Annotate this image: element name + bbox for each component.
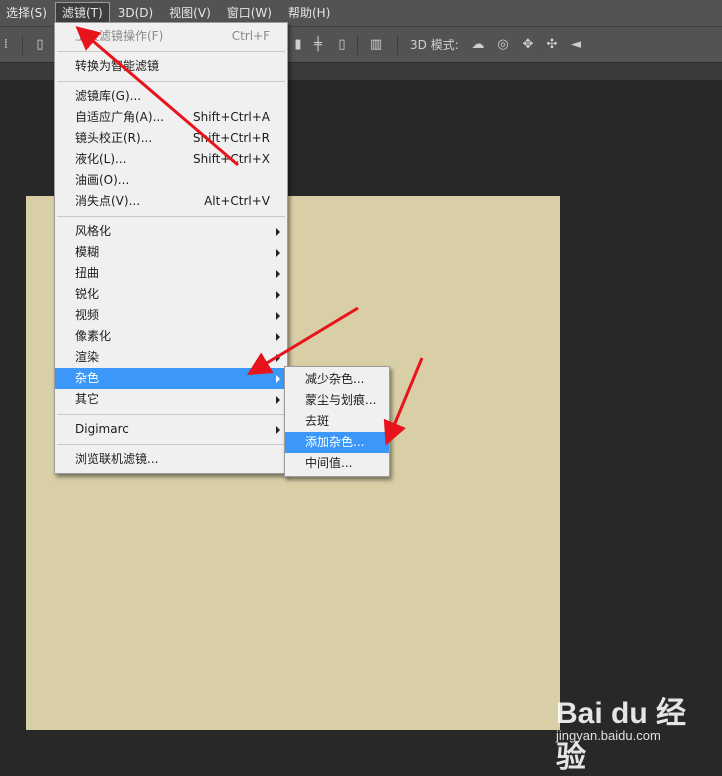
menu-item-label: 杂色 — [75, 371, 100, 385]
menu-item-distort[interactable]: 扭曲 — [55, 263, 287, 284]
submenu-arrow-icon — [276, 354, 280, 362]
menu-item-shortcut: Shift+Ctrl+X — [193, 152, 270, 166]
menu-divider — [57, 414, 285, 415]
submenu-arrow-icon — [276, 426, 280, 434]
menu-item-shortcut: Ctrl+F — [231, 29, 270, 43]
submenu-arrow-icon — [276, 312, 280, 320]
slide-3d-icon[interactable]: ✣ — [544, 37, 560, 53]
menu-view[interactable]: 视图(V) — [161, 2, 219, 24]
menu-item-digimarc[interactable]: Digimarc — [55, 419, 287, 440]
auto-align-icon[interactable]: ▥ — [368, 37, 384, 53]
menu-item-label: 浏览联机滤镜... — [75, 452, 159, 466]
menu-item-shortcut: Shift+Ctrl+R — [192, 131, 270, 145]
menu-item-liquify[interactable]: 液化(L)... Shift+Ctrl+X — [55, 149, 287, 170]
distribute-right-icon[interactable]: ▯ — [334, 37, 350, 53]
menu-item-video[interactable]: 视频 — [55, 305, 287, 326]
menu-item-label: 滤镜库(G)... — [75, 89, 142, 103]
menu-item-other[interactable]: 其它 — [55, 389, 287, 410]
submenu-arrow-icon — [276, 228, 280, 236]
menu-item-vanishing-point[interactable]: 消失点(V)... Alt+Ctrl+V — [55, 191, 287, 212]
menu-item-pixelate[interactable]: 像素化 — [55, 326, 287, 347]
menu-item-label: 渲染 — [75, 350, 100, 364]
menu-item-label: Digimarc — [75, 422, 129, 436]
menu-select[interactable]: 选择(S) — [0, 2, 55, 24]
menu-item-stylize[interactable]: 风格化 — [55, 221, 287, 242]
menu-item-label: 液化(L)... — [75, 152, 127, 166]
menu-item-label: 风格化 — [75, 224, 112, 238]
menu-item-median[interactable]: 中间值... — [285, 453, 389, 474]
menu-help[interactable]: 帮助(H) — [280, 2, 338, 24]
menu-item-convert-smart-filter[interactable]: 转换为智能滤镜 — [55, 56, 287, 77]
menu-divider — [57, 51, 285, 52]
menu-item-noise[interactable]: 杂色 — [55, 368, 287, 389]
menu-item-label: 镜头校正(R)... — [75, 131, 153, 145]
menu-item-add-noise[interactable]: 添加杂色... — [285, 432, 389, 453]
menu-item-last-filter[interactable]: 上次滤镜操作(F) Ctrl+F — [55, 26, 287, 47]
menu-item-filter-gallery[interactable]: 滤镜库(G)... — [55, 86, 287, 107]
menu-item-lens-correction[interactable]: 镜头校正(R)... Shift+Ctrl+R — [55, 128, 287, 149]
submenu-arrow-icon — [276, 270, 280, 278]
menu-window[interactable]: 窗口(W) — [219, 2, 280, 24]
menu-item-label: 上次滤镜操作(F) — [75, 29, 164, 43]
menu-item-label: 蒙尘与划痕... — [305, 393, 377, 407]
camera-3d-icon[interactable]: ◄ — [568, 37, 584, 53]
3d-mode-label: 3D 模式: — [410, 38, 459, 52]
menu-item-label: 减少杂色... — [305, 372, 365, 386]
align-right-edges-icon[interactable]: ▮ — [290, 37, 306, 53]
menu-filter[interactable]: 滤镜(T) — [54, 2, 110, 24]
menu-item-label: 转换为智能滤镜 — [75, 59, 160, 73]
separator — [22, 35, 23, 55]
roll-3d-icon[interactable]: ◎ — [495, 37, 511, 53]
menu-item-oil-paint[interactable]: 油画(O)... — [55, 170, 287, 191]
submenu-arrow-icon — [276, 375, 280, 383]
menu-item-shortcut: Alt+Ctrl+V — [204, 194, 270, 208]
separator — [357, 35, 358, 55]
menu-item-label: 视频 — [75, 308, 100, 322]
submenu-arrow-icon — [276, 291, 280, 299]
noise-submenu: 减少杂色... 蒙尘与划痕... 去斑 添加杂色... 中间值... — [284, 366, 390, 477]
watermark-url: jingyan.baidu.com — [556, 728, 661, 743]
pan-3d-icon[interactable]: ✥ — [520, 37, 536, 53]
distribute-center-icon[interactable]: ╪ — [310, 37, 326, 53]
menu-item-blur[interactable]: 模糊 — [55, 242, 287, 263]
separator — [397, 35, 398, 55]
submenu-arrow-icon — [276, 396, 280, 404]
menu-item-label: 其它 — [75, 392, 100, 406]
menu-item-sharpen[interactable]: 锐化 — [55, 284, 287, 305]
menu-item-browse-online-filters[interactable]: 浏览联机滤镜... — [55, 449, 287, 470]
baidu-jingyan-watermark: Bai du 经验 jingyan.baidu.com — [556, 688, 686, 774]
menu-divider — [57, 216, 285, 217]
filter-menu: 上次滤镜操作(F) Ctrl+F 转换为智能滤镜 滤镜库(G)... 自适应广角… — [54, 22, 288, 474]
menu-item-reduce-noise[interactable]: 减少杂色... — [285, 369, 389, 390]
menu-item-label: 锐化 — [75, 287, 100, 301]
menu-divider — [57, 444, 285, 445]
menu-item-label: 中间值... — [305, 456, 353, 470]
menu-divider — [57, 81, 285, 82]
align-left-icon[interactable]: ▯ — [32, 37, 48, 53]
menu-item-dust-scratches[interactable]: 蒙尘与划痕... — [285, 390, 389, 411]
submenu-arrow-icon — [276, 249, 280, 257]
menu-item-label: 自适应广角(A)... — [75, 110, 165, 124]
menu-item-label: 模糊 — [75, 245, 100, 259]
menu-item-label: 消失点(V)... — [75, 194, 141, 208]
rotate-3d-icon[interactable]: ☁ — [470, 37, 486, 53]
menu-item-render[interactable]: 渲染 — [55, 347, 287, 368]
grip-icon: ⁞ — [3, 37, 9, 52]
menu-item-label: 油画(O)... — [75, 173, 130, 187]
menu-item-shortcut: Shift+Ctrl+A — [193, 110, 270, 124]
menu-3d[interactable]: 3D(D) — [110, 2, 161, 24]
menu-item-label: 像素化 — [75, 329, 112, 343]
menu-item-label: 添加杂色... — [305, 435, 365, 449]
menu-item-label: 扭曲 — [75, 266, 100, 280]
menu-item-adaptive-wide-angle[interactable]: 自适应广角(A)... Shift+Ctrl+A — [55, 107, 287, 128]
menu-item-label: 去斑 — [305, 414, 330, 428]
menu-item-despeckle[interactable]: 去斑 — [285, 411, 389, 432]
submenu-arrow-icon — [276, 333, 280, 341]
